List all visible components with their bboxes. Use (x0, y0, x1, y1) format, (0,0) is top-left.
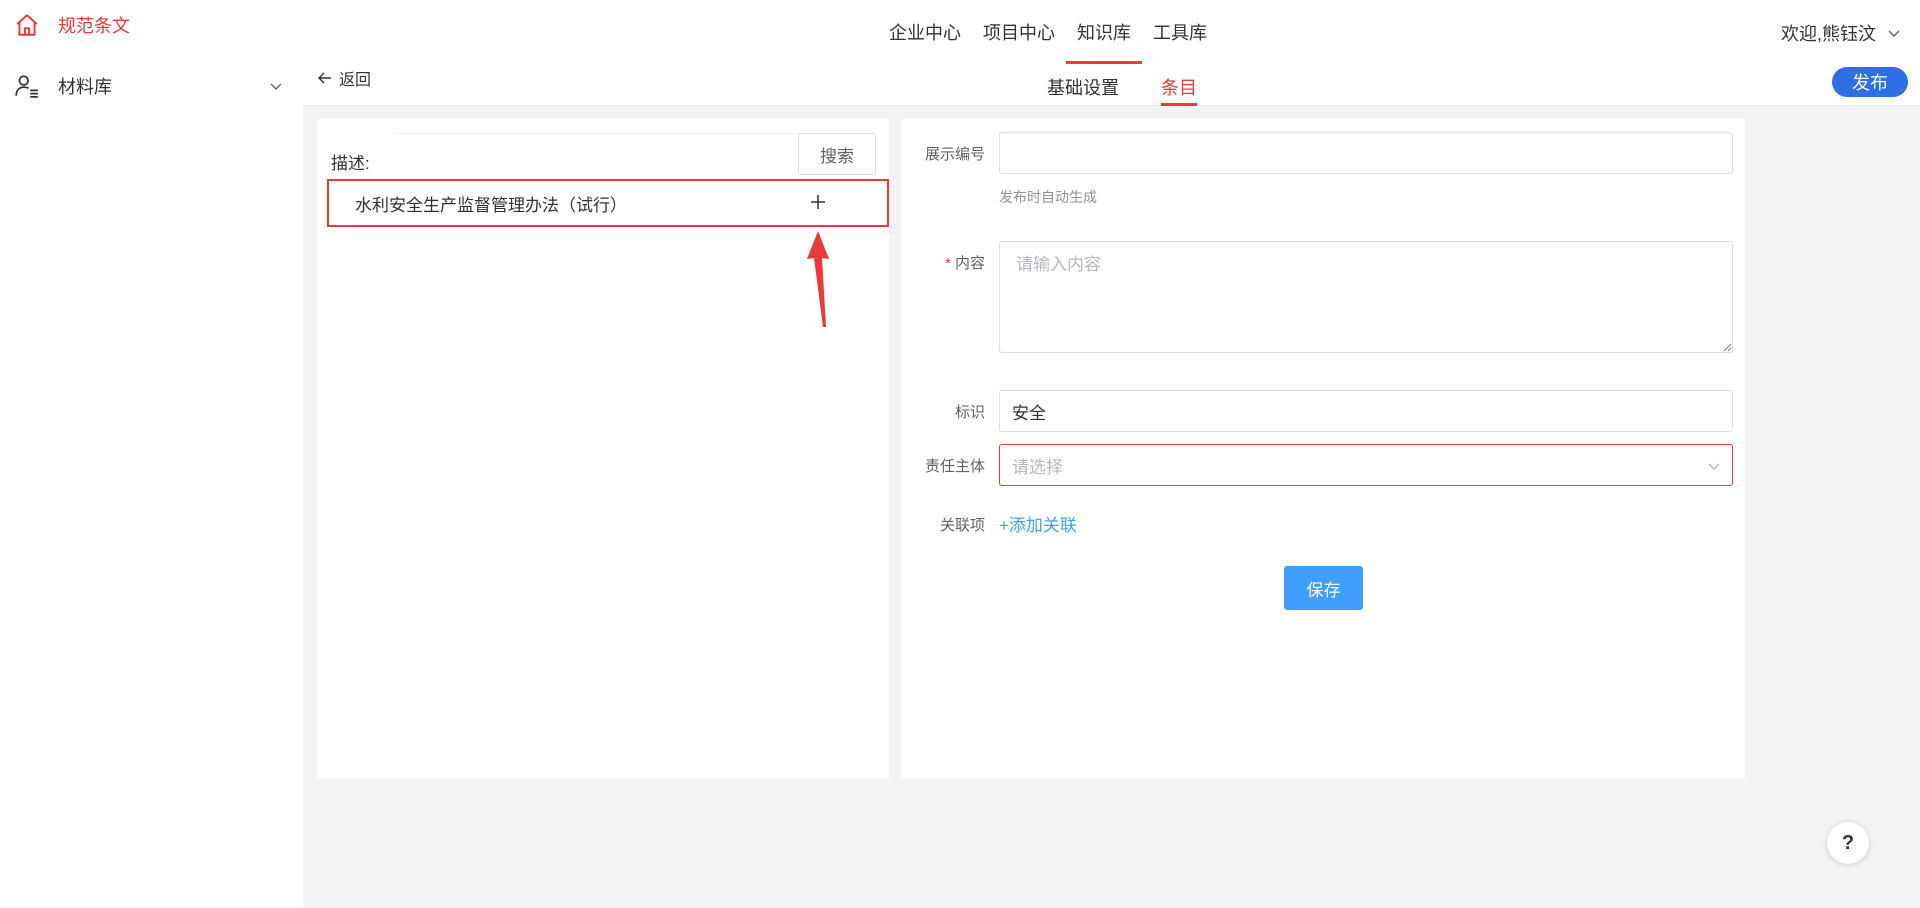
back-label: 返回 (339, 72, 372, 89)
list-item-label: 水利安全生产监督管理办法（试行） (355, 195, 627, 215)
publish-button[interactable]: 发布 (1832, 67, 1908, 97)
display-no-label: 展示编号 (924, 146, 985, 163)
responsible-label: 责任主体 (924, 458, 985, 475)
chevron-down-icon (1708, 463, 1720, 470)
sub-tabs: 基础设置 条目 (1039, 64, 1231, 106)
tag-input[interactable] (999, 390, 1733, 432)
relation-label: 关联项 (939, 517, 985, 534)
annotation-arrow-icon (807, 231, 829, 327)
responsible-placeholder: 请选择 (1012, 457, 1063, 477)
entry-form-panel: 展示编号 发布时自动生成 *内容 标识 责任主体 请选择 关联项 +添加关联 保… (901, 119, 1745, 779)
sidebar-item-material-library[interactable]: 材料库 (14, 70, 286, 102)
search-button[interactable]: 搜索 (798, 133, 876, 175)
content-label: * 内容 (945, 252, 985, 273)
nav-enterprise-center[interactable]: 企业中心 (878, 0, 972, 64)
top-nav: 企业中心 项目中心 知识库 工具库 (878, 0, 1218, 64)
chevron-down-icon (1888, 30, 1900, 37)
description-label: 描述: (331, 154, 370, 173)
brand[interactable]: 规范条文 (14, 12, 130, 38)
welcome-text: 欢迎,熊钰汶 (1780, 24, 1876, 44)
user-list-icon (15, 75, 38, 98)
display-no-input[interactable] (999, 132, 1733, 174)
main-area: 描述: 搜索 水利安全生产监督管理办法（试行） 展示编号 发布时自动生成 * 内容… (303, 106, 1920, 908)
back-button[interactable]: 返回 (317, 66, 371, 90)
content-label-text: 内容 (954, 255, 985, 272)
responsible-select[interactable]: 请选择 (999, 444, 1733, 486)
nav-knowledge-base[interactable]: 知识库 (1066, 0, 1142, 64)
add-relation-link[interactable]: +添加关联 (999, 511, 1077, 536)
tab-basic-settings[interactable]: 基础设置 (1039, 64, 1127, 106)
regulation-list-panel: 描述: 搜索 水利安全生产监督管理办法（试行） (317, 119, 889, 779)
plus-icon[interactable] (809, 193, 827, 211)
help-button[interactable]: ? (1827, 822, 1869, 864)
tab-entries[interactable]: 条目 (1153, 64, 1205, 106)
display-no-hint: 发布时自动生成 (999, 189, 1097, 205)
nav-project-center[interactable]: 项目中心 (972, 0, 1066, 64)
save-button[interactable]: 保存 (1284, 566, 1363, 610)
user-menu[interactable]: 欢迎,熊钰汶 (1781, 20, 1902, 46)
content-textarea[interactable] (999, 241, 1733, 353)
required-mark: * (945, 255, 951, 272)
list-item[interactable]: 水利安全生产监督管理办法（试行） (327, 179, 889, 227)
arrow-left-icon (318, 72, 331, 84)
brand-title: 规范条文 (58, 16, 130, 36)
tag-label: 标识 (954, 404, 985, 421)
home-icon (16, 14, 38, 36)
nav-tool-library[interactable]: 工具库 (1142, 0, 1218, 64)
sub-header: 返回 基础设置 条目 发布 (303, 64, 1920, 106)
sidebar-item-label: 材料库 (58, 77, 112, 97)
chevron-down-icon (270, 83, 282, 90)
sidebar: 规范条文 材料库 (0, 0, 303, 908)
description-search-input[interactable] (394, 133, 804, 175)
